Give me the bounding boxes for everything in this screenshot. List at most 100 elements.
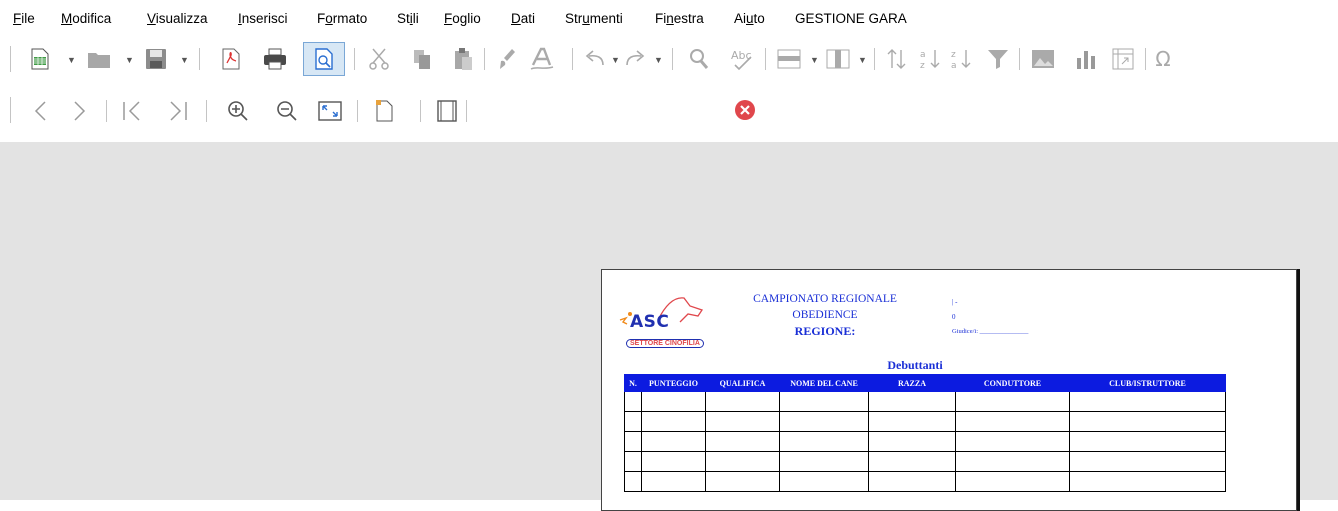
clone-formatting-icon[interactable] [496, 46, 520, 72]
zoom-out-icon[interactable] [274, 98, 300, 124]
doc-side-line2: 0 [952, 313, 956, 321]
standard-toolbar: ▼ ▼ ▼ ▼ ▼ Abc ▼ ▼ a z z a Ω [0, 38, 1338, 84]
table-header-row: N. PUNTEGGIO QUALIFICA NOME DEL CANE RAZ… [624, 374, 1226, 392]
save-dropdown-icon[interactable]: ▼ [180, 55, 189, 65]
table-cell [779, 391, 869, 412]
sort-descending-icon[interactable]: za [949, 46, 975, 72]
svg-text:a: a [951, 61, 957, 71]
open-dropdown-icon[interactable]: ▼ [125, 55, 134, 65]
new-dropdown-icon[interactable]: ▼ [67, 55, 76, 65]
doc-section-title: Debuttanti [887, 358, 943, 372]
clear-formatting-icon[interactable] [527, 46, 557, 72]
special-character-icon[interactable]: Ω [1151, 46, 1175, 72]
table-cell [955, 391, 1070, 412]
autofilter-icon[interactable] [985, 46, 1011, 72]
menu-inserisci[interactable]: Inserisci [238, 11, 288, 26]
menu-finestra[interactable]: Finestra [655, 11, 704, 26]
undo-dropdown-icon[interactable]: ▼ [611, 55, 620, 65]
open-folder-icon[interactable] [86, 46, 112, 72]
menu-gestione-gara[interactable]: GESTIONE GARA [795, 11, 907, 26]
doc-judges: Giudice/i: _______________ [952, 328, 1029, 335]
table-cell [868, 411, 956, 432]
export-pdf-icon[interactable] [219, 46, 243, 72]
table-body [624, 391, 1226, 492]
col-qualifica-header: QUALIFICA [705, 374, 780, 392]
table-cell [1069, 431, 1226, 452]
toolbar-grip-2[interactable] [10, 97, 11, 123]
menu-aiuto[interactable]: Aiuto [734, 11, 765, 26]
table-cell [624, 431, 642, 452]
logo-text: ASC [630, 312, 670, 332]
col-conduttore-header: CONDUTTORE [955, 374, 1070, 392]
row-dropdown-icon[interactable]: ▼ [810, 55, 819, 65]
menu-visualizza[interactable]: Visualizza [147, 11, 208, 26]
table-cell [624, 391, 642, 412]
page-format-icon[interactable] [372, 98, 396, 124]
table-cell [1069, 391, 1226, 412]
table-cell [641, 391, 706, 412]
svg-text:a: a [920, 50, 926, 60]
col-razza-header: RAZZA [868, 374, 956, 392]
table-cell [624, 471, 642, 492]
spelling-icon[interactable]: Abc [728, 46, 758, 72]
column-dropdown-icon[interactable]: ▼ [858, 55, 867, 65]
table-cell [705, 471, 780, 492]
close-preview-icon[interactable] [732, 97, 758, 123]
table-cell [624, 451, 642, 472]
table-cell [868, 451, 956, 472]
print-icon[interactable] [262, 46, 288, 72]
redo-dropdown-icon[interactable]: ▼ [654, 55, 663, 65]
margins-icon[interactable] [434, 98, 460, 124]
table-cell [641, 451, 706, 472]
table-cell [779, 431, 869, 452]
menu-strumenti[interactable]: Strumenti [565, 11, 623, 26]
col-punteggio-header: PUNTEGGIO [641, 374, 706, 392]
new-spreadsheet-icon[interactable] [28, 46, 52, 72]
table-row [624, 471, 1226, 492]
menu-foglio[interactable]: Foglio [444, 11, 481, 26]
last-page-icon[interactable] [164, 98, 192, 124]
doc-title-line3: REGIONE: [794, 324, 856, 338]
table-cell [955, 431, 1070, 452]
copy-icon[interactable] [410, 46, 434, 72]
table-row [624, 451, 1226, 472]
menu-modifica[interactable]: Modifica [61, 11, 111, 26]
insert-chart-icon[interactable] [1073, 46, 1099, 72]
table-row [624, 391, 1226, 412]
table-row [624, 431, 1226, 452]
table-cell [624, 411, 642, 432]
paste-icon[interactable] [451, 46, 475, 72]
first-page-icon[interactable] [118, 98, 146, 124]
find-replace-icon[interactable] [686, 46, 714, 72]
row-icon[interactable] [775, 46, 805, 72]
zoom-in-icon[interactable] [225, 98, 251, 124]
column-icon[interactable] [824, 46, 854, 72]
save-icon[interactable] [144, 46, 168, 72]
full-screen-icon[interactable] [316, 98, 344, 124]
table-cell [868, 471, 956, 492]
table-cell [1069, 451, 1226, 472]
sort-ascending-icon[interactable]: az [918, 46, 944, 72]
cut-icon[interactable] [366, 46, 392, 72]
undo-icon[interactable] [580, 46, 608, 72]
next-page-icon[interactable] [68, 98, 92, 124]
print-preview-toolbar: − + [0, 84, 1338, 214]
print-preview-icon[interactable] [303, 42, 345, 76]
table-cell [955, 411, 1070, 432]
table-cell [641, 471, 706, 492]
sort-icon[interactable] [884, 46, 910, 72]
table-cell [779, 411, 869, 432]
menu-stili[interactable]: Stili [397, 11, 419, 26]
insert-image-icon[interactable] [1030, 46, 1056, 72]
redo-icon[interactable] [622, 46, 650, 72]
menu-dati[interactable]: Dati [511, 11, 535, 26]
col-n-header: N. [624, 374, 642, 392]
menu-formato[interactable]: Formato [317, 11, 367, 26]
toolbar-grip[interactable] [10, 46, 11, 72]
previous-page-icon[interactable] [28, 98, 52, 124]
pivot-table-icon[interactable] [1110, 46, 1136, 72]
menu-file[interactable]: File [13, 11, 35, 26]
table-cell [705, 411, 780, 432]
table-cell [779, 451, 869, 472]
svg-text:z: z [920, 61, 925, 71]
